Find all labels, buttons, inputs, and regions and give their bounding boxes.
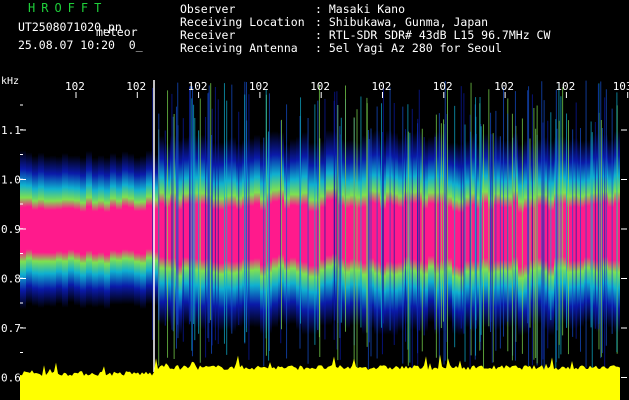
y-label: 1.0: [1, 174, 21, 187]
band-column: [38, 152, 44, 309]
spectrogram-plot: 102 102 102 102 102 102 102 102 102 1030 1.1 1.0 0.…: [1, 80, 629, 400]
band-column: [422, 139, 428, 332]
band-column: [134, 157, 140, 307]
band-column: [128, 153, 134, 305]
band-column: [410, 132, 416, 330]
band-column: [506, 140, 512, 328]
band-column: [326, 130, 332, 326]
info-values: : Masaki Kano: Shibukawa, Gunma, Japan: …: [315, 3, 550, 55]
y-label: 0.8: [1, 273, 21, 286]
band-column: [584, 140, 590, 323]
band-column: [122, 151, 128, 305]
band-column: [104, 157, 110, 310]
minute-label: 102: [555, 80, 575, 93]
band-column: [302, 131, 308, 335]
band-column: [260, 141, 266, 335]
band-column: [344, 140, 350, 329]
band-column: [404, 133, 410, 326]
y-label: 1.1: [1, 124, 21, 137]
band-column: [44, 156, 50, 307]
band-column: [140, 155, 146, 310]
band-column: [482, 133, 488, 328]
band-column: [290, 138, 296, 325]
band-column: [74, 155, 80, 306]
band-column: [146, 150, 152, 305]
counter-value: 0: [128, 38, 136, 52]
band-column: [608, 139, 614, 329]
app-title: HROFFT: [28, 1, 108, 15]
band-column: [428, 136, 434, 323]
band-column: [386, 130, 392, 335]
band-column: [494, 134, 500, 331]
band-column: [272, 131, 278, 328]
band-column: [308, 142, 314, 335]
minute-label: 102: [494, 80, 514, 93]
minute-label: 102: [249, 80, 269, 93]
band-column: [116, 156, 122, 305]
band-column: [518, 143, 524, 336]
axis-unit-label: kHz: [1, 76, 20, 87]
band-column: [218, 142, 224, 331]
band-column: [110, 152, 116, 305]
minute-label: 102: [433, 80, 453, 93]
band-column: [578, 140, 584, 328]
date-time: 25.08.07 10:20 0_: [18, 38, 143, 52]
band-column: [296, 136, 302, 331]
y-label: 0.6: [1, 372, 21, 385]
band-column: [68, 155, 74, 303]
band-column: [62, 152, 68, 308]
minute-label: 102: [372, 80, 392, 93]
y-label: 0.9: [1, 223, 21, 236]
band-column: [26, 152, 32, 304]
band-column: [92, 157, 98, 308]
minute-grid: 102 102 102 102 102 102 102 102 102 1030: [65, 80, 629, 98]
minute-label: 102: [65, 80, 85, 93]
power-trace: [20, 354, 620, 400]
band-column: [32, 155, 38, 307]
info-labels: Observer Receiving Location Receiver Receiv…: [180, 3, 305, 55]
band-column: [254, 134, 260, 328]
antenna-label: Receiving Antenna: [180, 41, 298, 55]
band-column: [350, 139, 356, 326]
band-column: [500, 140, 506, 327]
antenna-value: : 5el Yagi Az 280 for Seoul: [315, 41, 502, 55]
date-time-value: 25.08.07 10:20: [18, 38, 115, 52]
minute-label: 102: [126, 80, 146, 93]
band-column: [524, 138, 530, 335]
y-label: 0.7: [1, 322, 21, 335]
band-column: [56, 156, 62, 304]
minute-label: 1030: [613, 80, 629, 93]
minute-label: 102: [310, 80, 330, 93]
band-column: [392, 132, 398, 336]
band-column: [530, 142, 536, 325]
band-column: [230, 137, 236, 332]
band-column: [86, 150, 92, 307]
band-column: [50, 155, 56, 308]
band-column: [20, 150, 26, 310]
band-column: [80, 157, 86, 309]
band-column: [98, 155, 104, 307]
minute-label: 102: [188, 80, 208, 93]
